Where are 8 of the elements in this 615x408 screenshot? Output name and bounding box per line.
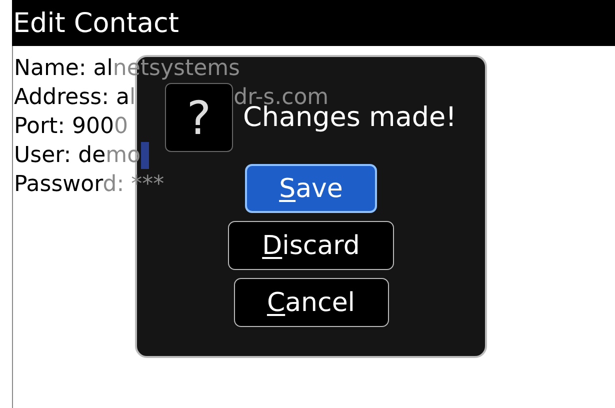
field-text[interactable]: Address: al	[14, 86, 136, 108]
dialog-button[interactable]: Discard	[228, 221, 394, 270]
field-text[interactable]: Port: 9000	[14, 116, 128, 138]
screen-title: Edit Contact	[13, 10, 179, 36]
dialog-button[interactable]: Save	[245, 164, 377, 213]
question-icon: ?	[165, 83, 233, 152]
dialog-button[interactable]: Cancel	[234, 278, 388, 327]
dialog-message: Changes made!	[243, 104, 456, 131]
